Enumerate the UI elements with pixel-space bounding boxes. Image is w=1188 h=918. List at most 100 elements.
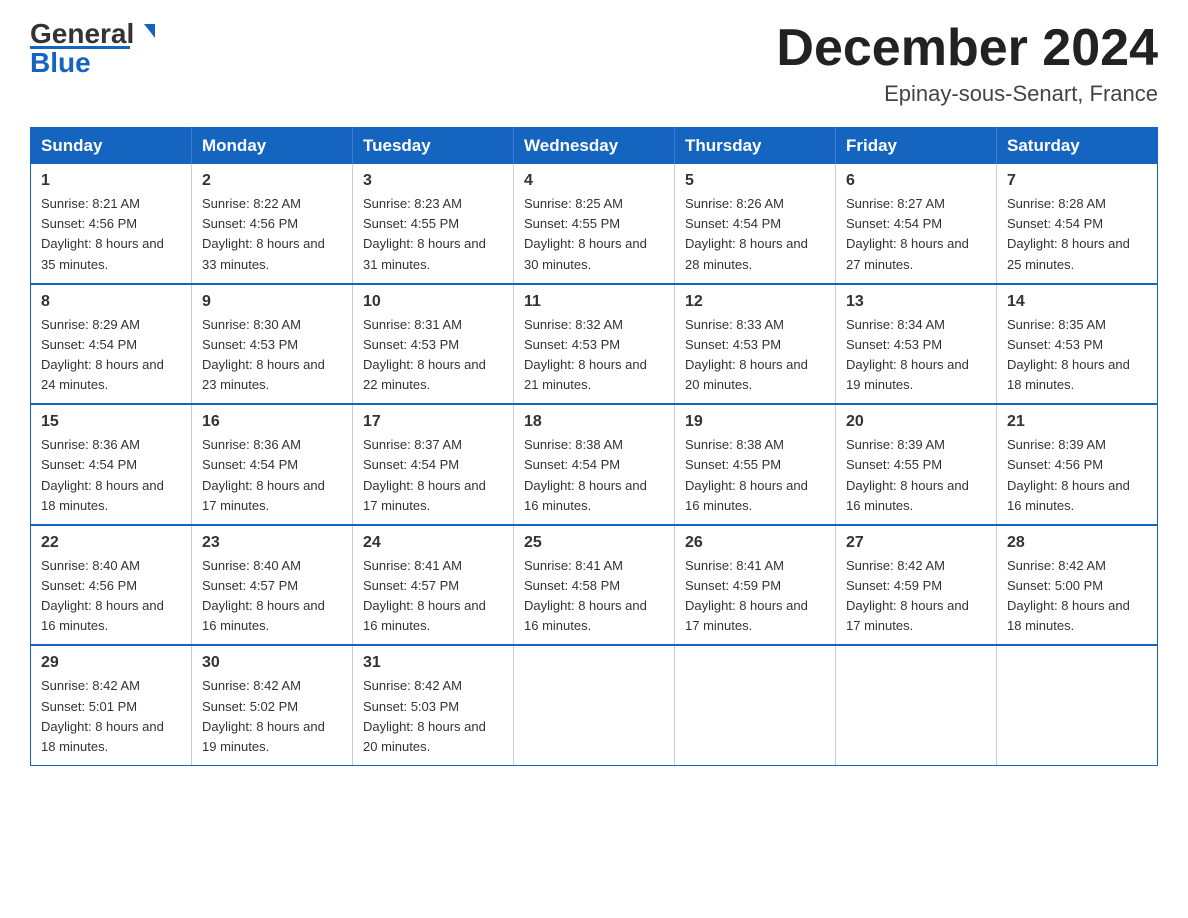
calendar-cell: 5 Sunrise: 8:26 AMSunset: 4:54 PMDayligh… <box>675 164 836 284</box>
day-info: Sunrise: 8:25 AMSunset: 4:55 PMDaylight:… <box>524 196 647 271</box>
calendar-cell: 28 Sunrise: 8:42 AMSunset: 5:00 PMDaylig… <box>997 525 1158 646</box>
day-info: Sunrise: 8:41 AMSunset: 4:57 PMDaylight:… <box>363 558 486 633</box>
calendar-cell: 27 Sunrise: 8:42 AMSunset: 4:59 PMDaylig… <box>836 525 997 646</box>
day-number: 23 <box>202 534 342 552</box>
calendar-cell: 18 Sunrise: 8:38 AMSunset: 4:54 PMDaylig… <box>514 404 675 525</box>
day-info: Sunrise: 8:35 AMSunset: 4:53 PMDaylight:… <box>1007 317 1130 392</box>
day-info: Sunrise: 8:21 AMSunset: 4:56 PMDaylight:… <box>41 196 164 271</box>
day-number: 29 <box>41 654 181 672</box>
col-header-thursday: Thursday <box>675 128 836 165</box>
day-number: 28 <box>1007 534 1147 552</box>
calendar-table: SundayMondayTuesdayWednesdayThursdayFrid… <box>30 127 1158 766</box>
calendar-cell: 10 Sunrise: 8:31 AMSunset: 4:53 PMDaylig… <box>353 284 514 405</box>
day-info: Sunrise: 8:37 AMSunset: 4:54 PMDaylight:… <box>363 437 486 512</box>
day-number: 26 <box>685 534 825 552</box>
calendar-cell: 4 Sunrise: 8:25 AMSunset: 4:55 PMDayligh… <box>514 164 675 284</box>
day-number: 30 <box>202 654 342 672</box>
calendar-week-5: 29 Sunrise: 8:42 AMSunset: 5:01 PMDaylig… <box>31 645 1158 765</box>
calendar-cell <box>675 645 836 765</box>
logo-text: General <box>30 20 155 48</box>
calendar-cell <box>997 645 1158 765</box>
day-info: Sunrise: 8:42 AMSunset: 5:01 PMDaylight:… <box>41 678 164 753</box>
day-info: Sunrise: 8:42 AMSunset: 5:00 PMDaylight:… <box>1007 558 1130 633</box>
day-info: Sunrise: 8:38 AMSunset: 4:55 PMDaylight:… <box>685 437 808 512</box>
calendar-cell: 23 Sunrise: 8:40 AMSunset: 4:57 PMDaylig… <box>192 525 353 646</box>
day-info: Sunrise: 8:22 AMSunset: 4:56 PMDaylight:… <box>202 196 325 271</box>
calendar-cell: 25 Sunrise: 8:41 AMSunset: 4:58 PMDaylig… <box>514 525 675 646</box>
day-info: Sunrise: 8:42 AMSunset: 4:59 PMDaylight:… <box>846 558 969 633</box>
logo-blue: Blue <box>30 47 91 78</box>
day-number: 14 <box>1007 293 1147 311</box>
col-header-sunday: Sunday <box>31 128 192 165</box>
day-info: Sunrise: 8:33 AMSunset: 4:53 PMDaylight:… <box>685 317 808 392</box>
day-number: 3 <box>363 172 503 190</box>
calendar-cell: 31 Sunrise: 8:42 AMSunset: 5:03 PMDaylig… <box>353 645 514 765</box>
day-number: 5 <box>685 172 825 190</box>
day-number: 19 <box>685 413 825 431</box>
calendar-cell <box>514 645 675 765</box>
calendar-cell: 20 Sunrise: 8:39 AMSunset: 4:55 PMDaylig… <box>836 404 997 525</box>
calendar-cell: 1 Sunrise: 8:21 AMSunset: 4:56 PMDayligh… <box>31 164 192 284</box>
col-header-friday: Friday <box>836 128 997 165</box>
col-header-tuesday: Tuesday <box>353 128 514 165</box>
day-info: Sunrise: 8:40 AMSunset: 4:56 PMDaylight:… <box>41 558 164 633</box>
calendar-cell: 24 Sunrise: 8:41 AMSunset: 4:57 PMDaylig… <box>353 525 514 646</box>
calendar-cell: 17 Sunrise: 8:37 AMSunset: 4:54 PMDaylig… <box>353 404 514 525</box>
calendar-cell: 2 Sunrise: 8:22 AMSunset: 4:56 PMDayligh… <box>192 164 353 284</box>
calendar-cell: 19 Sunrise: 8:38 AMSunset: 4:55 PMDaylig… <box>675 404 836 525</box>
col-header-saturday: Saturday <box>997 128 1158 165</box>
day-info: Sunrise: 8:36 AMSunset: 4:54 PMDaylight:… <box>41 437 164 512</box>
calendar-cell: 9 Sunrise: 8:30 AMSunset: 4:53 PMDayligh… <box>192 284 353 405</box>
day-info: Sunrise: 8:42 AMSunset: 5:03 PMDaylight:… <box>363 678 486 753</box>
calendar-cell <box>836 645 997 765</box>
day-number: 18 <box>524 413 664 431</box>
calendar-cell: 26 Sunrise: 8:41 AMSunset: 4:59 PMDaylig… <box>675 525 836 646</box>
day-number: 7 <box>1007 172 1147 190</box>
day-info: Sunrise: 8:34 AMSunset: 4:53 PMDaylight:… <box>846 317 969 392</box>
calendar-cell: 14 Sunrise: 8:35 AMSunset: 4:53 PMDaylig… <box>997 284 1158 405</box>
logo: General Blue <box>30 20 155 77</box>
calendar-cell: 21 Sunrise: 8:39 AMSunset: 4:56 PMDaylig… <box>997 404 1158 525</box>
calendar-week-4: 22 Sunrise: 8:40 AMSunset: 4:56 PMDaylig… <box>31 525 1158 646</box>
day-info: Sunrise: 8:41 AMSunset: 4:58 PMDaylight:… <box>524 558 647 633</box>
calendar-cell: 7 Sunrise: 8:28 AMSunset: 4:54 PMDayligh… <box>997 164 1158 284</box>
month-title: December 2024 <box>776 20 1158 77</box>
calendar-cell: 6 Sunrise: 8:27 AMSunset: 4:54 PMDayligh… <box>836 164 997 284</box>
calendar-cell: 8 Sunrise: 8:29 AMSunset: 4:54 PMDayligh… <box>31 284 192 405</box>
day-info: Sunrise: 8:31 AMSunset: 4:53 PMDaylight:… <box>363 317 486 392</box>
day-number: 31 <box>363 654 503 672</box>
col-header-monday: Monday <box>192 128 353 165</box>
calendar-cell: 16 Sunrise: 8:36 AMSunset: 4:54 PMDaylig… <box>192 404 353 525</box>
day-info: Sunrise: 8:27 AMSunset: 4:54 PMDaylight:… <box>846 196 969 271</box>
day-info: Sunrise: 8:38 AMSunset: 4:54 PMDaylight:… <box>524 437 647 512</box>
day-number: 24 <box>363 534 503 552</box>
day-number: 8 <box>41 293 181 311</box>
day-info: Sunrise: 8:30 AMSunset: 4:53 PMDaylight:… <box>202 317 325 392</box>
day-number: 2 <box>202 172 342 190</box>
day-info: Sunrise: 8:32 AMSunset: 4:53 PMDaylight:… <box>524 317 647 392</box>
calendar-cell: 13 Sunrise: 8:34 AMSunset: 4:53 PMDaylig… <box>836 284 997 405</box>
day-number: 9 <box>202 293 342 311</box>
day-number: 20 <box>846 413 986 431</box>
calendar-cell: 22 Sunrise: 8:40 AMSunset: 4:56 PMDaylig… <box>31 525 192 646</box>
day-info: Sunrise: 8:23 AMSunset: 4:55 PMDaylight:… <box>363 196 486 271</box>
calendar-cell: 12 Sunrise: 8:33 AMSunset: 4:53 PMDaylig… <box>675 284 836 405</box>
day-number: 11 <box>524 293 664 311</box>
day-number: 16 <box>202 413 342 431</box>
calendar-header-row: SundayMondayTuesdayWednesdayThursdayFrid… <box>31 128 1158 165</box>
day-number: 15 <box>41 413 181 431</box>
col-header-wednesday: Wednesday <box>514 128 675 165</box>
location: Epinay-sous-Senart, France <box>776 81 1158 107</box>
calendar-cell: 29 Sunrise: 8:42 AMSunset: 5:01 PMDaylig… <box>31 645 192 765</box>
day-info: Sunrise: 8:39 AMSunset: 4:55 PMDaylight:… <box>846 437 969 512</box>
day-number: 12 <box>685 293 825 311</box>
day-info: Sunrise: 8:36 AMSunset: 4:54 PMDaylight:… <box>202 437 325 512</box>
day-info: Sunrise: 8:26 AMSunset: 4:54 PMDaylight:… <box>685 196 808 271</box>
day-number: 13 <box>846 293 986 311</box>
calendar-cell: 3 Sunrise: 8:23 AMSunset: 4:55 PMDayligh… <box>353 164 514 284</box>
calendar-week-2: 8 Sunrise: 8:29 AMSunset: 4:54 PMDayligh… <box>31 284 1158 405</box>
calendar-week-3: 15 Sunrise: 8:36 AMSunset: 4:54 PMDaylig… <box>31 404 1158 525</box>
day-number: 22 <box>41 534 181 552</box>
day-number: 6 <box>846 172 986 190</box>
day-number: 17 <box>363 413 503 431</box>
